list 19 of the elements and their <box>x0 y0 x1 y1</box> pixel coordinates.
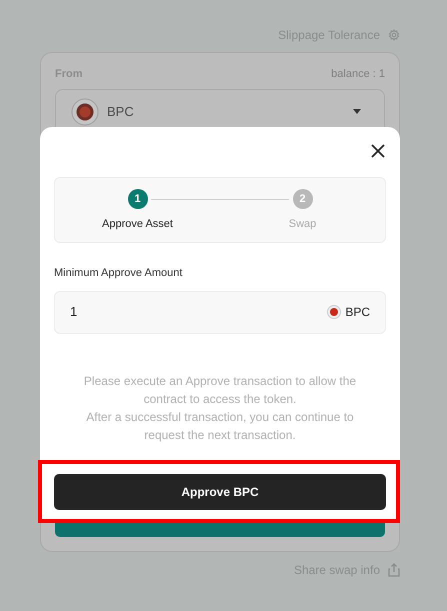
step-number: 1 <box>128 189 148 209</box>
token-name: BPC <box>107 102 134 121</box>
settings-icon[interactable] <box>388 29 400 41</box>
dropdown-icon <box>353 109 361 114</box>
step-label: Approve Asset <box>102 217 173 232</box>
token-icon <box>71 98 99 126</box>
balance-label: balance : 1 <box>331 67 385 82</box>
close-icon[interactable] <box>370 143 386 159</box>
approve-button[interactable]: Approve BPC <box>54 474 386 510</box>
token-icon <box>327 305 342 319</box>
description-text: After a successful transaction, you can continue to request the next transaction. <box>85 408 355 444</box>
share-icon[interactable] <box>388 563 400 577</box>
step-label: Swap <box>288 217 316 232</box>
amount-label: Minimum Approve Amount <box>54 266 184 281</box>
token-name: BPC <box>345 304 370 321</box>
step-number: 2 <box>292 189 312 209</box>
description-text: Please execute an Approve transaction to allow the contract to access the token. <box>82 372 358 408</box>
amount-field[interactable]: 1 BPC <box>54 290 386 334</box>
amount-value: 1 <box>70 303 78 322</box>
